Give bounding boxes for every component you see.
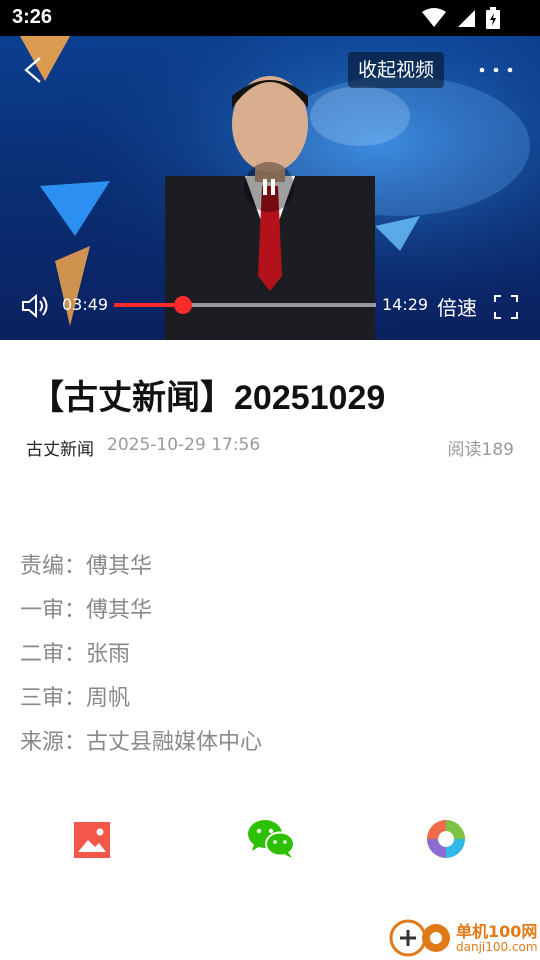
volume-icon[interactable] [20,292,52,320]
more-dots-icon[interactable] [474,58,518,82]
progress-knob[interactable] [173,296,192,314]
share-image-button[interactable] [70,816,118,864]
status-bar: 3:26 [0,0,540,36]
article-source[interactable]: 古丈新闻 [26,435,94,460]
credit-second-review: 二审：张雨 [20,642,131,667]
progress-bar[interactable] [114,296,376,314]
share-row [0,816,540,866]
pause-button[interactable] [244,162,294,212]
image-share-icon [74,822,110,858]
video-player[interactable]: 收起视频 03:49 14:29 倍速 [0,36,540,340]
article-date: 2025-10-29 17:56 [107,435,261,455]
progress-fill [114,303,183,307]
credit-source: 来源：古丈县融媒体中心 [20,730,263,755]
total-time: 14:29 [382,295,429,314]
share-moments-button[interactable] [424,816,472,864]
back-arrow-icon[interactable] [18,54,50,86]
credit-editor: 责编：傅其华 [20,554,153,579]
status-time: 3:26 [12,6,53,28]
wifi-icon [422,8,446,27]
battery-icon [486,7,500,29]
signal-icon [458,10,475,27]
playback-speed-button[interactable]: 倍速 [437,292,477,321]
status-icons [422,7,500,29]
watermark-logo-icon [389,919,450,957]
pause-icon [263,179,275,195]
wechat-icon [248,820,295,858]
credit-first-review: 一审：傅其华 [20,598,153,623]
moments-icon [427,820,465,858]
read-count: 阅读189 [447,440,514,460]
watermark-url: danji100.com [456,940,538,954]
watermark-title: 单机100网 [456,922,538,941]
credit-third-review: 三审：周帆 [20,686,131,711]
fullscreen-icon[interactable] [493,294,519,320]
collapse-video-button[interactable]: 收起视频 [348,52,444,88]
article-title: 【古丈新闻】20251029 [30,379,386,417]
site-watermark: 单机100网 danji100.com [388,914,540,960]
share-wechat-button[interactable] [246,816,298,864]
article-credits: 责编：傅其华 一审：傅其华 二审：张雨 三审：周帆 来源：古丈县融媒体中心 [20,552,262,772]
current-time: 03:49 [62,295,109,314]
